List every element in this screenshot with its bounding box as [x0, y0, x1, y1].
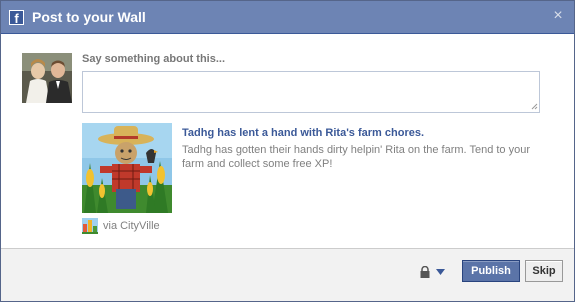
dialog-body: Say something about this... Tadhg has le…	[1, 34, 574, 249]
lock-icon	[420, 266, 430, 278]
chevron-down-icon	[436, 269, 445, 275]
story-description: Tadhg has gotten their hands dirty helpi…	[182, 144, 530, 170]
facebook-logo-icon: f	[9, 9, 24, 26]
skip-button[interactable]: Skip	[525, 260, 563, 282]
story-thumbnail[interactable]	[82, 123, 172, 213]
post-to-wall-dialog: f Post to your Wall × Say something abou…	[0, 0, 575, 302]
dialog-footer: Publish Skip	[1, 248, 574, 301]
via-app-attribution: via CityVille	[82, 218, 160, 234]
close-icon[interactable]: ×	[550, 8, 566, 24]
dialog-titlebar: f Post to your Wall ×	[1, 1, 574, 34]
avatar	[22, 53, 72, 103]
privacy-selector[interactable]	[419, 266, 445, 278]
publish-button[interactable]: Publish	[462, 260, 520, 282]
resize-grip-icon[interactable]	[531, 103, 538, 110]
story-title-link[interactable]: Tadhg has lent a hand with Rita's farm c…	[182, 127, 424, 139]
cityville-app-icon	[82, 218, 98, 234]
message-input[interactable]	[82, 71, 540, 113]
dialog-title: Post to your Wall	[32, 9, 146, 25]
share-prompt-label: Say something about this...	[82, 53, 226, 65]
via-app-label[interactable]: via CityVille	[103, 220, 160, 232]
